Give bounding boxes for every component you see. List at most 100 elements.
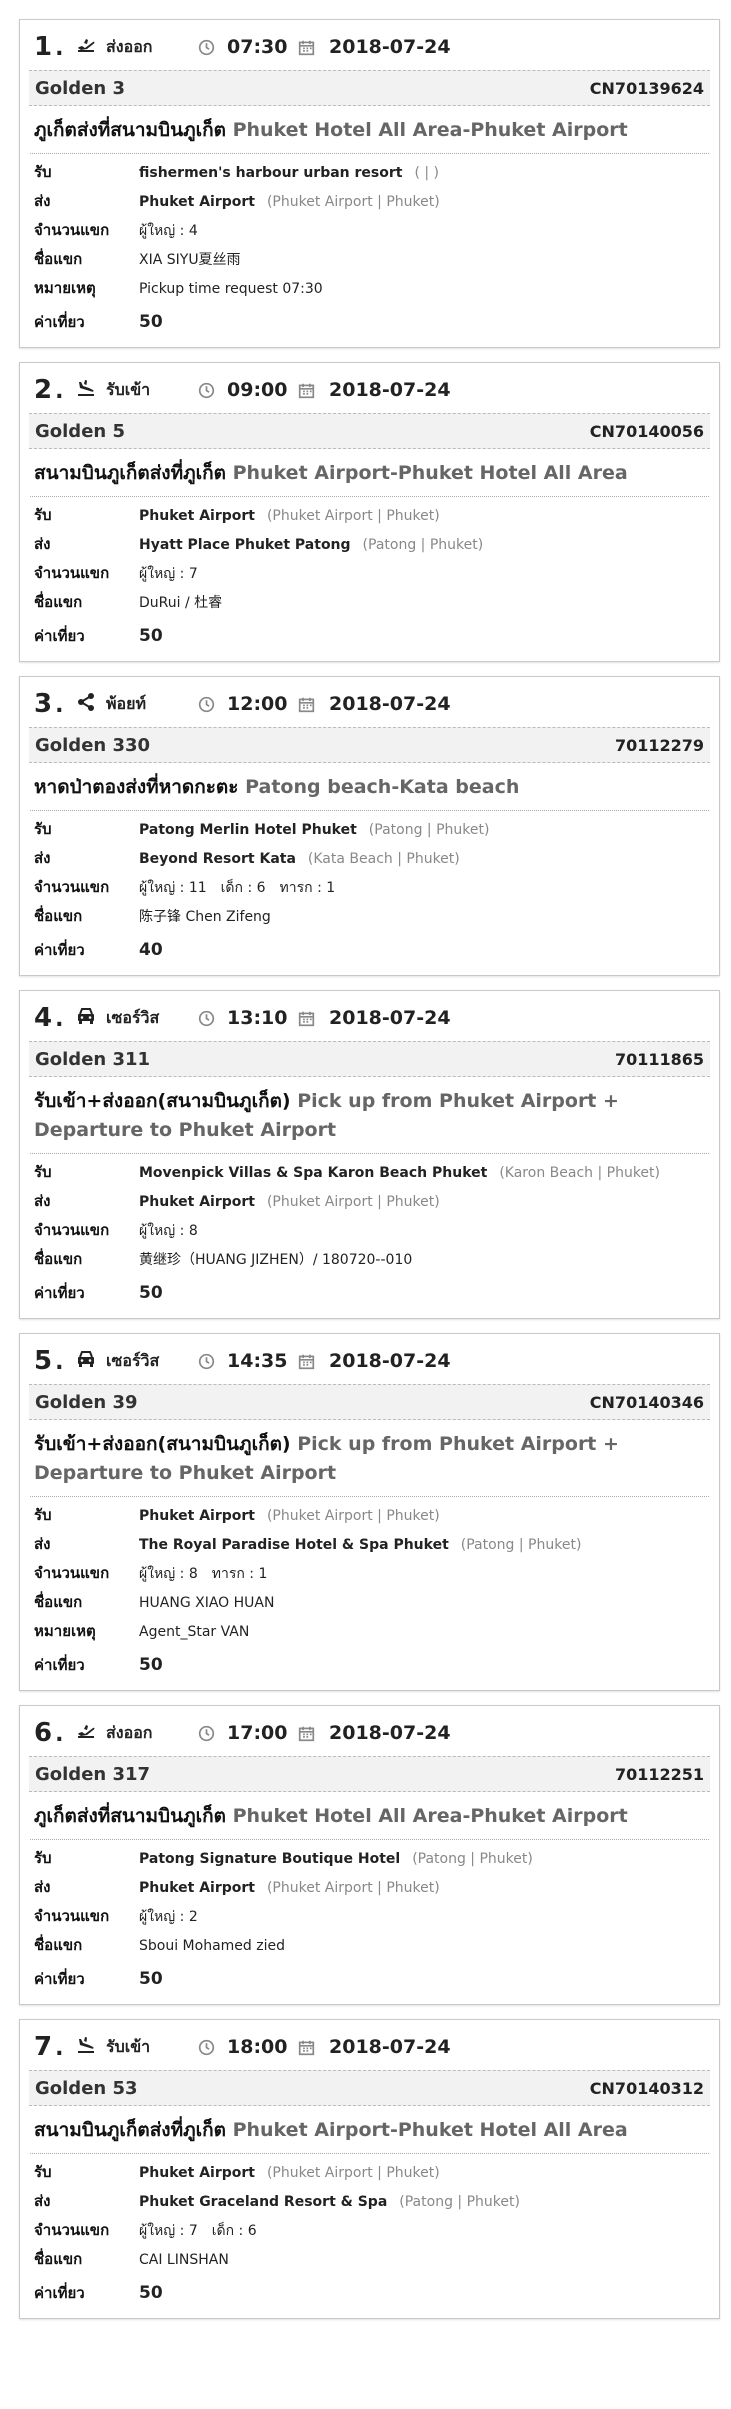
job-date: 2018-07-24 bbox=[298, 36, 451, 58]
route-english: Phuket Hotel All Area-Phuket Airport bbox=[232, 1805, 628, 1827]
guests-label: จำนวนแขก bbox=[34, 1221, 110, 1239]
dropoff-row: ส่ง The Royal Paradise Hotel & Spa Phuke… bbox=[34, 1532, 705, 1561]
booking-code[interactable]: CN70140056 bbox=[590, 422, 704, 441]
guest-count: ผู้ใหญ่ : 8 bbox=[139, 1223, 198, 1239]
pickup-place: Phuket Airport bbox=[139, 508, 255, 524]
route-english: Phuket Airport-Phuket Hotel All Area bbox=[232, 462, 628, 484]
booking-code[interactable]: CN70140312 bbox=[590, 2079, 704, 2098]
job-number: 4. bbox=[34, 1003, 64, 1033]
pickup-area: (Karon Beach | Phuket) bbox=[499, 1165, 660, 1181]
job-header: 3. พ้อยท์ 12:00 2018-07-24 bbox=[30, 677, 709, 727]
dropoff-area: (Patong | Phuket) bbox=[460, 1537, 582, 1553]
job-date-value: 2018-07-24 bbox=[329, 693, 451, 715]
dropoff-label: ส่ง bbox=[34, 192, 51, 210]
guest-name: 陈子锋 Chen Zifeng bbox=[139, 909, 271, 925]
pickup-area: (Patong | Phuket) bbox=[412, 1851, 533, 1867]
guests-label: จำนวนแขก bbox=[34, 1564, 110, 1582]
guest-counts: ผู้ใหญ่ : 8 bbox=[139, 1220, 212, 1242]
note-row: หมายเหตุ Pickup time request 07:30 bbox=[34, 276, 705, 305]
dropoff-place: The Royal Paradise Hotel & Spa Phuket bbox=[139, 1537, 449, 1553]
guests-label: จำนวนแขก bbox=[34, 564, 110, 582]
job-card[interactable]: 2. รับเข้า 09:00 2018-07-24 Golden 5 CN7… bbox=[19, 362, 720, 662]
guests-row: จำนวนแขก ผู้ใหญ่ : 8 ทารก : 1 bbox=[34, 1561, 705, 1590]
job-card[interactable]: 1. ส่งออก 07:30 2018-07-24 Golden 3 CN70… bbox=[19, 19, 720, 348]
guests-row: จำนวนแขก ผู้ใหญ่ : 11 เด็ก : 6 ทารก : 1 bbox=[34, 875, 705, 904]
booking-code[interactable]: 70111865 bbox=[615, 1050, 704, 1069]
job-details: รับ Phuket Airport (Phuket Airport | Phuk… bbox=[30, 1497, 709, 1682]
job-card[interactable]: 5. เซอร์วิส 14:35 2018-07-24 Golden 39 C… bbox=[19, 1333, 720, 1691]
clock-icon bbox=[198, 39, 215, 55]
dropoff-place: Phuket Airport bbox=[139, 1880, 255, 1896]
clock-icon bbox=[198, 1010, 215, 1026]
guest-name-row: ชื่อแขก XIA SIYU夏丝雨 bbox=[34, 247, 705, 276]
job-time: 09:00 bbox=[198, 379, 298, 401]
job-header: 5. เซอร์วิส 14:35 2018-07-24 bbox=[30, 1334, 709, 1384]
job-date-value: 2018-07-24 bbox=[329, 1350, 451, 1372]
job-card[interactable]: 7. รับเข้า 18:00 2018-07-24 Golden 53 CN… bbox=[19, 2019, 720, 2319]
dropoff-row: ส่ง Phuket Graceland Resort & Spa (Patong… bbox=[34, 2189, 705, 2218]
guest-name-row: ชื่อแขก 陈子锋 Chen Zifeng bbox=[34, 904, 705, 933]
job-type-label: เซอร์วิส bbox=[106, 1007, 160, 1027]
job-type: ส่งออก bbox=[76, 35, 198, 60]
job-type: รับเข้า bbox=[76, 2035, 198, 2060]
guests-label: จำนวนแขก bbox=[34, 1907, 110, 1925]
job-card[interactable]: 4. เซอร์วิส 13:10 2018-07-24 Golden 311 … bbox=[19, 990, 720, 1319]
job-number: 7. bbox=[34, 2032, 64, 2062]
job-card[interactable]: 3. พ้อยท์ 12:00 2018-07-24 Golden 330 70… bbox=[19, 676, 720, 976]
route-thai: หาดป่าตองส่งที่หาดกะตะ bbox=[34, 776, 239, 798]
job-details: รับ Patong Signature Boutique Hotel (Pato… bbox=[30, 1840, 709, 1996]
job-time: 07:30 bbox=[198, 36, 298, 58]
guest-name: Sboui Mohamed zied bbox=[139, 1938, 285, 1954]
job-card[interactable]: 6. ส่งออก 17:00 2018-07-24 Golden 317 70… bbox=[19, 1705, 720, 2005]
dropoff-label: ส่ง bbox=[34, 1878, 51, 1896]
booking-code[interactable]: 70112279 bbox=[615, 736, 704, 755]
route-title: รับเข้า+ส่งออก(สนามบินภูเก็ต) Pick up fr… bbox=[30, 1420, 709, 1497]
plane-landing-icon bbox=[78, 380, 94, 396]
job-type-label: รับเข้า bbox=[106, 2036, 151, 2056]
route-thai: สนามบินภูเก็ตส่งที่ภูเก็ต bbox=[34, 2119, 226, 2141]
fare-label: ค่าเที่ยว bbox=[34, 1970, 85, 1988]
booking-code[interactable]: CN70139624 bbox=[590, 79, 704, 98]
job-type-label: รับเข้า bbox=[106, 379, 151, 399]
guests-row: จำนวนแขก ผู้ใหญ่ : 7 เด็ก : 6 bbox=[34, 2218, 705, 2247]
fare-value: 50 bbox=[139, 1283, 163, 1303]
guest-counts: ผู้ใหญ่ : 8 ทารก : 1 bbox=[139, 1563, 281, 1585]
guest-name-label: ชื่อแขก bbox=[34, 1593, 83, 1611]
pickup-row: รับ Phuket Airport (Phuket Airport | Phuk… bbox=[34, 1503, 705, 1532]
job-number: 5. bbox=[34, 1346, 64, 1376]
pickup-area: ( | ) bbox=[414, 165, 439, 181]
pickup-label: รับ bbox=[34, 506, 52, 524]
job-number: 3. bbox=[34, 689, 64, 719]
route-thai: สนามบินภูเก็ตส่งที่ภูเก็ต bbox=[34, 462, 226, 484]
guests-row: จำนวนแขก ผู้ใหญ่ : 8 bbox=[34, 1218, 705, 1247]
note-label: หมายเหตุ bbox=[34, 1622, 96, 1640]
job-date: 2018-07-24 bbox=[298, 379, 451, 401]
booking-code[interactable]: 70112251 bbox=[615, 1765, 704, 1784]
driver-name: Golden 39 bbox=[35, 1391, 138, 1413]
pickup-row: รับ Patong Signature Boutique Hotel (Pato… bbox=[34, 1846, 705, 1875]
fare-label: ค่าเที่ยว bbox=[34, 627, 85, 645]
job-time-value: 12:00 bbox=[227, 693, 288, 715]
job-header: 2. รับเข้า 09:00 2018-07-24 bbox=[30, 363, 709, 413]
dropoff-area: (Phuket Airport | Phuket) bbox=[266, 1880, 440, 1896]
guest-counts: ผู้ใหญ่ : 11 เด็ก : 6 ทารก : 1 bbox=[139, 877, 349, 899]
pickup-label: รับ bbox=[34, 820, 52, 838]
pickup-area: (Patong | Phuket) bbox=[368, 822, 490, 838]
job-type: เซอร์วิส bbox=[76, 1006, 198, 1031]
pickup-place: Patong Merlin Hotel Phuket bbox=[139, 822, 357, 838]
job-date: 2018-07-24 bbox=[298, 693, 451, 715]
dropoff-area: (Patong | Phuket) bbox=[362, 537, 484, 553]
dropoff-row: ส่ง Phuket Airport (Phuket Airport | Phuk… bbox=[34, 1875, 705, 1904]
booking-code[interactable]: CN70140346 bbox=[590, 1393, 704, 1412]
pickup-row: รับ fishermen's harbour urban resort ( | … bbox=[34, 160, 705, 189]
job-time-value: 13:10 bbox=[227, 1007, 288, 1029]
pickup-row: รับ Phuket Airport (Phuket Airport | Phuk… bbox=[34, 503, 705, 532]
guest-name: 黄继珍（HUANG JIZHEN）/ 180720--010 bbox=[139, 1252, 413, 1268]
guest-count: ผู้ใหญ่ : 2 bbox=[139, 1909, 198, 1925]
guest-name: DuRui / 杜睿 bbox=[139, 595, 223, 611]
driver-bar: Golden 311 70111865 bbox=[29, 1041, 710, 1077]
fare-value: 40 bbox=[139, 940, 163, 960]
guest-count: เด็ก : 6 bbox=[211, 2223, 257, 2239]
plane-takeoff-icon bbox=[78, 39, 95, 52]
guest-counts: ผู้ใหญ่ : 4 bbox=[139, 220, 212, 242]
